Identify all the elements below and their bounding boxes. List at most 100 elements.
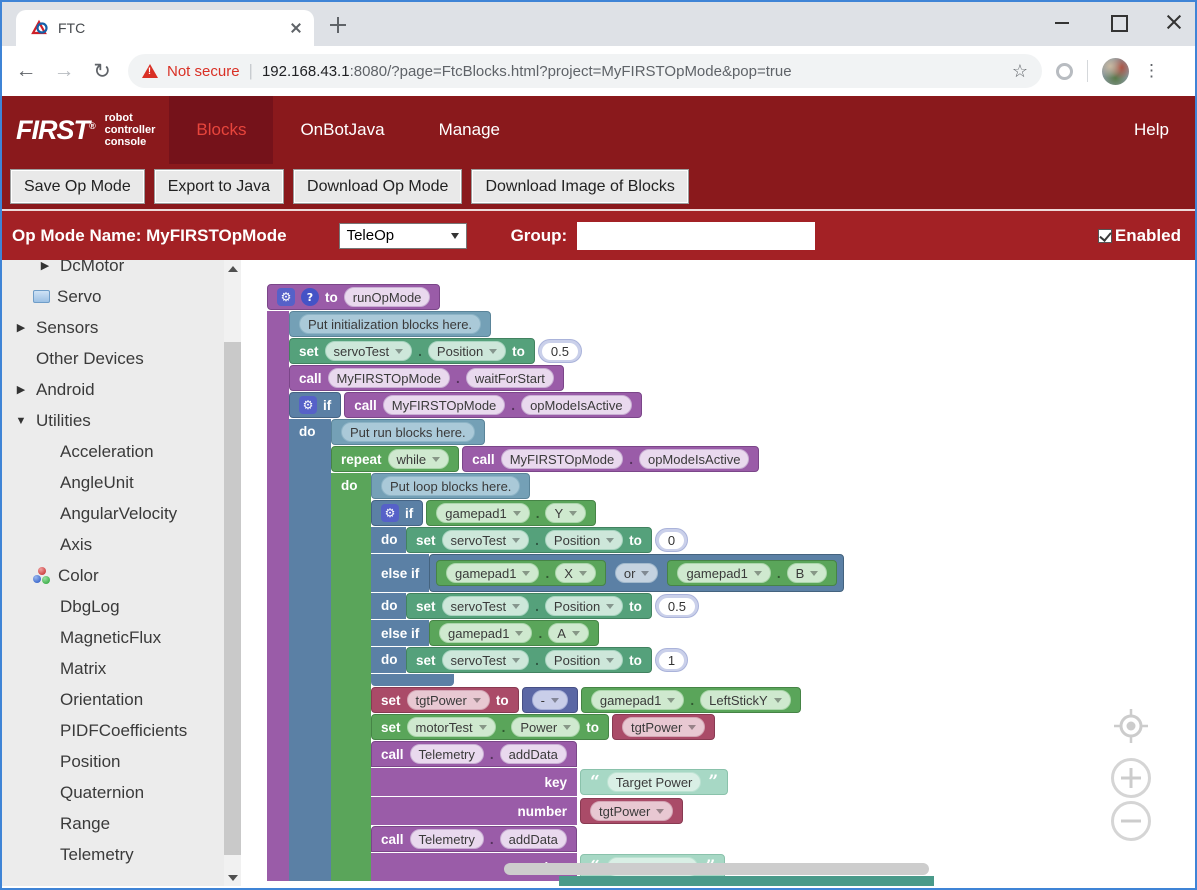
block-negate[interactable]: - (522, 687, 578, 713)
object-field[interactable]: MyFIRSTOpMode (328, 368, 451, 388)
gamepad-dropdown[interactable]: gamepad1 (591, 690, 684, 710)
number-block[interactable]: 0 (655, 528, 688, 552)
device-dropdown[interactable]: servoTest (442, 530, 530, 550)
toolbox-item-pidfcoefficients[interactable]: PIDFCoefficients (2, 715, 224, 746)
block-comment-init[interactable]: Put initialization blocks here. (289, 311, 491, 337)
block-if-opmode-active[interactable]: ⚙ if call MyFIRSTOpMode . opModeIsActive (289, 392, 844, 881)
address-bar[interactable]: Not secure | 192.168.43.1:8080/?page=Ftc… (128, 54, 1042, 88)
toolbox-item-color[interactable]: Color (2, 560, 224, 591)
toolbox-item-dbglog[interactable]: DbgLog (2, 591, 224, 622)
flavor-select[interactable]: TeleOp (339, 223, 467, 249)
property-dropdown[interactable]: Position (545, 530, 623, 550)
toolbox-item-other-devices[interactable]: Other Devices (2, 343, 224, 374)
block-comment-loop[interactable]: Put loop blocks here. (371, 473, 530, 499)
set-servo-block[interactable]: set servoTest . Position to (406, 647, 652, 673)
toolbox-item-matrix[interactable]: Matrix (2, 653, 224, 684)
toolbox-item-magneticflux[interactable]: MagneticFlux (2, 622, 224, 653)
export-to-java-button[interactable]: Export to Java (154, 169, 284, 204)
zoom-in-button[interactable] (1110, 757, 1152, 799)
toolbox-item-range[interactable]: Range (2, 808, 224, 839)
toolbox-item-android[interactable]: ▶Android (2, 374, 224, 405)
block-gamepad-y[interactable]: gamepad1 . Y (426, 500, 596, 526)
device-dropdown[interactable]: servoTest (442, 650, 530, 670)
number-block[interactable]: 0.5 (538, 339, 582, 363)
comment-text-field[interactable]: Put initialization blocks here. (299, 314, 481, 334)
block-set-servo-init[interactable]: set servoTest . Position to 0.5 (289, 338, 582, 364)
comment-text-field[interactable]: Put run blocks here. (341, 422, 475, 442)
toolbox-item-dcmotor[interactable]: ▶DcMotor (2, 260, 224, 281)
download-image-button[interactable]: Download Image of Blocks (471, 169, 688, 204)
gamepad-dropdown[interactable]: gamepad1 (439, 623, 532, 643)
button-dropdown[interactable]: B (787, 563, 828, 583)
group-input[interactable] (577, 222, 815, 250)
save-opmode-button[interactable]: Save Op Mode (10, 169, 145, 204)
stick-dropdown[interactable]: LeftStickY (700, 690, 791, 710)
button-dropdown[interactable]: Y (545, 503, 586, 523)
object-field[interactable]: MyFIRSTOpMode (501, 449, 624, 469)
scroll-down-icon[interactable] (224, 869, 241, 886)
bookmark-star-icon[interactable]: ☆ (1012, 61, 1028, 82)
property-dropdown[interactable]: Power (511, 717, 580, 737)
new-tab-button[interactable] (330, 17, 350, 37)
not-secure-label[interactable]: Not secure (167, 63, 240, 80)
browser-tab[interactable]: FTC (16, 10, 314, 46)
set-servo-block[interactable]: set servoTest . Position to (406, 593, 652, 619)
browser-menu-icon[interactable]: ⋮ (1143, 61, 1160, 81)
if-header[interactable]: ⚙ if (289, 392, 341, 418)
toolbox-item-orientation[interactable]: Orientation (2, 684, 224, 715)
repeat-mode-dropdown[interactable]: while (388, 449, 450, 469)
extension-ring-icon[interactable] (1056, 63, 1073, 80)
property-dropdown[interactable]: Position (545, 596, 623, 616)
url-text[interactable]: 192.168.43.1:8080/?page=FtcBlocks.html?p… (262, 63, 792, 80)
mutator-gear-icon[interactable]: ⚙ (381, 504, 399, 522)
if-header[interactable]: ⚙ if (371, 500, 423, 526)
block-gamepad-a[interactable]: gamepad1 . A (429, 620, 599, 646)
blockly-workspace[interactable]: ⚙ ? to runOpMode Put initialization bloc… (241, 260, 1195, 886)
nav-help[interactable]: Help (1108, 96, 1195, 164)
procedure-name-field[interactable]: runOpMode (344, 287, 431, 307)
mutator-gear-icon[interactable]: ⚙ (299, 396, 317, 414)
toolbox-item-telemetry[interactable]: Telemetry (2, 839, 224, 870)
method-field[interactable]: addData (500, 829, 567, 849)
minimize-icon[interactable] (1053, 13, 1071, 31)
toolbox-item-angleunit[interactable]: AngleUnit (2, 467, 224, 498)
block-gamepad-b[interactable]: gamepad1 . B (667, 560, 837, 586)
enabled-checkbox[interactable] (1098, 229, 1112, 243)
tab-close-icon[interactable] (288, 20, 304, 36)
zoom-out-button[interactable] (1110, 800, 1152, 842)
block-set-servo-1[interactable]: set servoTest . Position to (406, 647, 688, 673)
text-field[interactable]: Target Power (607, 772, 702, 792)
toolbox-item-position[interactable]: Position (2, 746, 224, 777)
toolbox-item-acceleration[interactable]: Acceleration (2, 436, 224, 467)
device-dropdown[interactable]: servoTest (325, 341, 413, 361)
object-field[interactable]: Telemetry (410, 744, 484, 764)
object-field[interactable]: Telemetry (410, 829, 484, 849)
variable-dropdown[interactable]: tgtPower (407, 690, 490, 710)
repeat-header[interactable]: repeat while (331, 446, 459, 472)
block-gamepad-leftsticky[interactable]: gamepad1 . LeftStickY (581, 687, 801, 713)
nav-tab-onbotjava[interactable]: OnBotJava (273, 96, 411, 164)
block-text-target-power[interactable]: “ Target Power ” (580, 769, 728, 795)
variable-dropdown[interactable]: tgtPower (622, 717, 705, 737)
mutator-gear-icon[interactable]: ⚙ (277, 288, 295, 306)
toolbox-item-servo[interactable]: Servo (2, 281, 224, 312)
set-variable-block[interactable]: set tgtPower to (371, 687, 519, 713)
block-logic-or[interactable]: gamepad1 . X or (429, 554, 844, 592)
close-icon[interactable] (1165, 13, 1183, 31)
adddata-header[interactable]: call Telemetry . addData (371, 741, 577, 767)
number-block[interactable]: 1 (655, 648, 688, 672)
download-opmode-button[interactable]: Download Op Mode (293, 169, 462, 204)
maximize-icon[interactable] (1109, 13, 1127, 31)
set-servo-block[interactable]: set servoTest . Position to (406, 527, 652, 553)
set-motor-block[interactable]: set motorTest . Power to (371, 714, 609, 740)
toolbox-item-sensors[interactable]: ▶Sensors (2, 312, 224, 343)
button-dropdown[interactable]: X (555, 563, 596, 583)
method-field[interactable]: opModeIsActive (521, 395, 632, 415)
workspace-hscrollbar-thumb[interactable] (504, 863, 929, 875)
block-set-motor-power[interactable]: set motorTest . Power to (371, 714, 715, 740)
variable-dropdown[interactable]: tgtPower (590, 801, 673, 821)
number-block[interactable]: 0.5 (655, 594, 699, 618)
block-set-servo-0[interactable]: set servoTest . Position to (406, 527, 688, 553)
nav-tab-manage[interactable]: Manage (412, 96, 527, 164)
back-icon[interactable]: ← (14, 59, 38, 83)
